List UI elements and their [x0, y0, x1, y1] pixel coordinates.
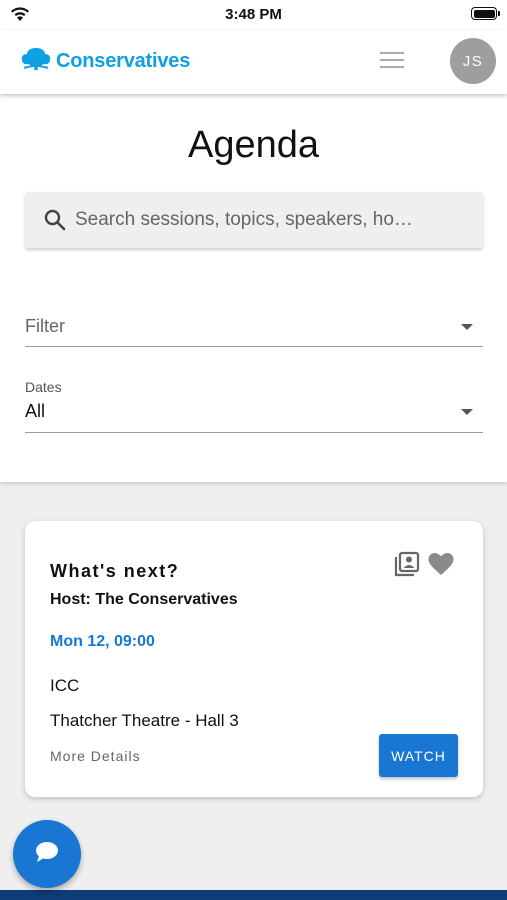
filter-panel: Agenda Filter Dates All — [0, 94, 507, 482]
watch-button[interactable]: WATCH — [379, 734, 458, 777]
session-room: Thatcher Theatre - Hall 3 — [50, 711, 239, 730]
search-bar[interactable] — [25, 192, 483, 248]
more-details-link[interactable]: More Details — [50, 748, 141, 764]
card-title: What's next? — [50, 561, 180, 581]
search-input[interactable] — [75, 192, 470, 248]
dates-label: Dates — [25, 379, 62, 395]
session-venue: ICC — [50, 676, 80, 695]
dates-value: All — [25, 401, 46, 421]
page-title: Agenda — [187, 124, 319, 166]
bottom-bar — [0, 890, 507, 900]
brand-name: Conservatives — [56, 50, 191, 72]
dropdown-arrow-icon — [461, 409, 473, 415]
dates-select[interactable]: Dates All — [25, 377, 483, 433]
session-card[interactable]: What's next? Host: The Conservatives Mon… — [25, 521, 483, 797]
tree-logo-icon — [20, 46, 52, 77]
avatar[interactable]: JS — [450, 38, 496, 84]
chat-bubble-icon — [34, 840, 60, 869]
session-time: Mon 12, 09:00 — [50, 633, 155, 650]
status-time: 3:48 PM — [225, 6, 282, 23]
heart-icon[interactable] — [428, 552, 454, 581]
status-bar: 3:48 PM — [0, 0, 507, 30]
filter-placeholder: Filter — [25, 316, 65, 336]
filter-select[interactable]: Filter — [25, 294, 483, 347]
brand-logo[interactable]: Conservatives — [20, 46, 190, 77]
chat-button[interactable] — [13, 820, 81, 888]
search-icon — [43, 208, 67, 237]
app-header: Conservatives JS — [0, 30, 507, 94]
card-actions — [394, 551, 454, 582]
hamburger-menu-icon[interactable] — [380, 52, 404, 70]
playlist-icon[interactable] — [394, 551, 420, 582]
battery-icon — [471, 7, 500, 20]
session-host: Host: The Conservatives — [50, 591, 238, 608]
dropdown-arrow-icon — [461, 324, 473, 330]
